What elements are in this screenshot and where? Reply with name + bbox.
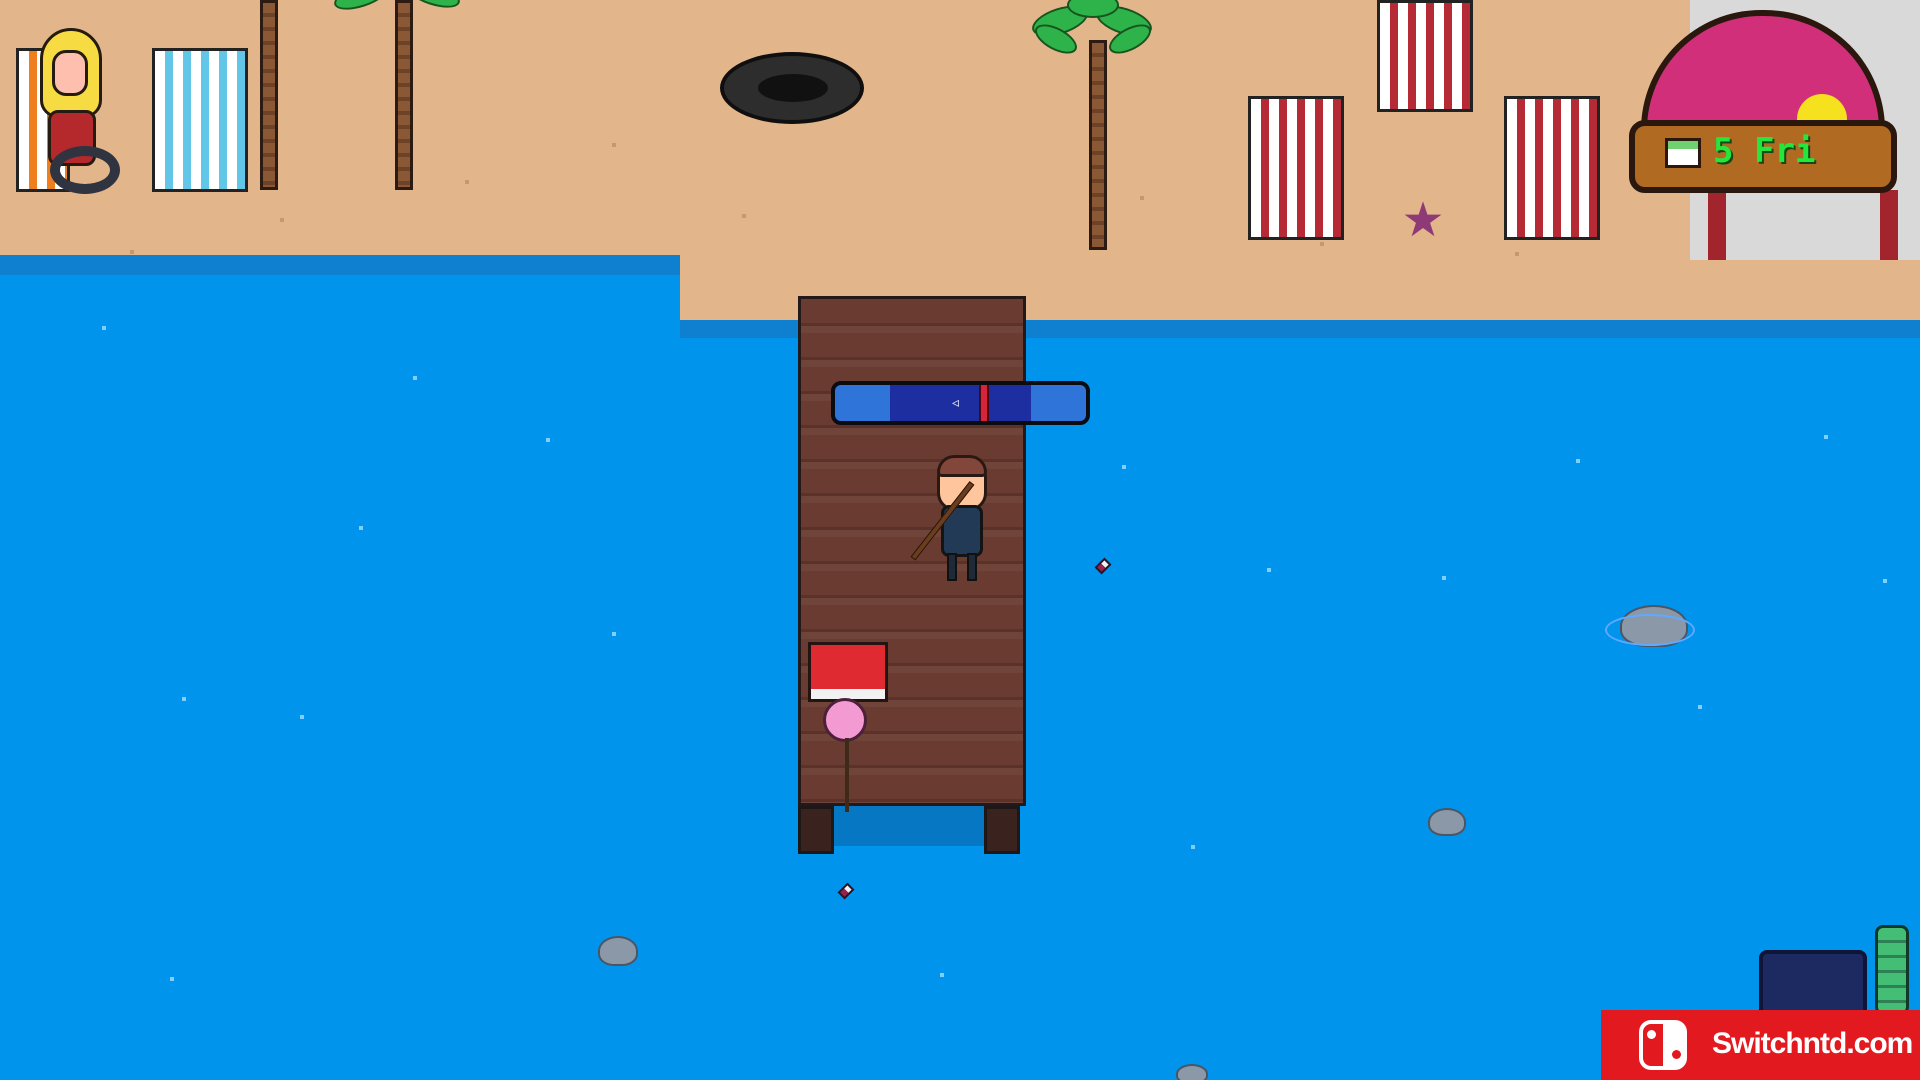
palm-trunk	[1089, 40, 1107, 250]
palm-tree	[1028, 0, 1157, 250]
nintendo-switch-logo	[1639, 1020, 1691, 1070]
water-sparkle	[300, 715, 304, 719]
starfish-icon: ★	[1401, 192, 1445, 248]
flower-stem	[845, 738, 849, 812]
switch-right-joycon	[1663, 1020, 1687, 1070]
palm-fronds	[1028, 0, 1157, 70]
water-sparkle	[1576, 459, 1580, 463]
water-sparkle	[1883, 579, 1887, 583]
watermark-banner: Switchntd.com	[1601, 1010, 1920, 1080]
beach-towel-red	[1248, 96, 1344, 240]
palm-tree	[330, 0, 464, 220]
rock-ripple	[1605, 614, 1695, 646]
player-character[interactable]	[910, 455, 1023, 585]
sand-speck	[1515, 252, 1519, 256]
water-sparkle	[413, 376, 417, 380]
fire-pit[interactable]	[720, 52, 864, 124]
pier-leg	[984, 806, 1020, 854]
girl-face	[52, 50, 88, 96]
calendar-widget: 5 Fri	[1629, 10, 1897, 193]
player-leg	[947, 553, 957, 581]
switch-left-joycon	[1639, 1020, 1663, 1070]
beach-towel-blue	[152, 48, 248, 192]
beach-towel-red	[1377, 0, 1473, 112]
fishing-meter: ◃	[831, 381, 1090, 425]
beach-towel-red	[1504, 96, 1600, 240]
date-label: 5 Fri	[1713, 130, 1815, 172]
sand-speck	[612, 143, 616, 147]
shoreline-left	[0, 255, 680, 275]
player-leg	[967, 553, 977, 581]
inner-tube	[50, 146, 120, 194]
day-number: 5	[1713, 131, 1734, 171]
palm-frond	[402, 0, 464, 14]
watermark-text: Switchntd.com	[1712, 1027, 1913, 1060]
fishing-meter-marker	[979, 385, 989, 421]
water-sparkle	[170, 977, 174, 981]
fire-pit-center	[758, 74, 828, 102]
water-sparkle	[612, 632, 616, 636]
sea-rock	[1428, 808, 1466, 836]
boat-cover	[1759, 950, 1867, 1015]
sea-rock	[1176, 1064, 1208, 1080]
water-sparkle	[1191, 845, 1195, 849]
pink-flower[interactable]	[823, 698, 871, 816]
switch-left-dot	[1647, 1030, 1656, 1039]
game-scene: ★ 5 Fri ◃ Switchntd.com	[0, 0, 1920, 1080]
palm-fronds	[330, 0, 464, 50]
water-sparkle	[102, 326, 106, 330]
calendar-icon	[1665, 138, 1701, 168]
water-sparkle	[182, 697, 186, 701]
switch-right-dot	[1672, 1050, 1681, 1059]
green-cylinder	[1875, 925, 1909, 1015]
lifeguard-post	[1880, 190, 1898, 260]
water-sparkle	[1824, 435, 1828, 439]
fish-icon: ◃	[952, 395, 960, 411]
player-hair	[937, 455, 987, 477]
umbrella-top	[1641, 10, 1885, 134]
sand-speck	[465, 180, 469, 184]
water-sparkle	[546, 438, 550, 442]
palm-trunk	[260, 0, 278, 190]
sand-speck	[1320, 242, 1324, 246]
tackle-box[interactable]	[808, 642, 888, 702]
weekday: Fri	[1753, 131, 1816, 171]
sand-speck	[742, 214, 746, 218]
water-sparkle	[940, 973, 944, 977]
npc-girl[interactable]	[30, 28, 120, 196]
sand-speck	[130, 250, 134, 254]
water-sparkle	[1698, 705, 1702, 709]
flower-head	[823, 698, 867, 742]
sea-rock	[598, 936, 638, 966]
water-sparkle	[359, 526, 363, 530]
water-sparkle	[1442, 576, 1446, 580]
water-sparkle	[1122, 465, 1126, 469]
water-sparkle	[1267, 568, 1271, 572]
lifeguard-post	[1708, 190, 1726, 260]
calendar-bar: 5 Fri	[1629, 120, 1897, 193]
